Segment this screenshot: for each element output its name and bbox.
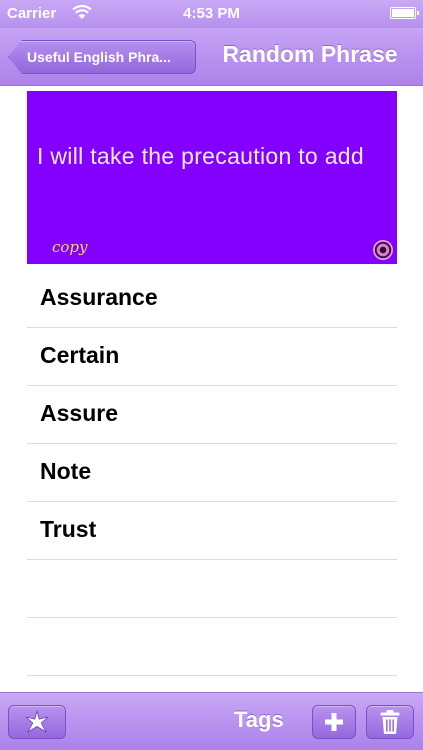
empty-row xyxy=(27,618,397,676)
tag-row[interactable]: Assure xyxy=(27,386,397,444)
tag-row[interactable]: Certain xyxy=(27,328,397,386)
delete-button[interactable] xyxy=(366,705,414,739)
tag-label: Note xyxy=(40,458,92,484)
tag-label: Certain xyxy=(40,342,120,368)
speaker-icon[interactable] xyxy=(373,240,393,260)
status-bar: Carrier 4:53 PM xyxy=(0,0,423,28)
plus-icon xyxy=(323,711,345,733)
back-button[interactable]: Useful English Phra... xyxy=(8,40,196,74)
copy-button[interactable]: copy xyxy=(52,238,88,256)
page-title: Random Phrase xyxy=(222,41,398,67)
add-tag-button[interactable] xyxy=(312,705,356,739)
tags-label: Tags xyxy=(234,707,284,732)
clock-time: 4:53 PM xyxy=(183,5,240,22)
star-icon xyxy=(24,709,50,735)
phrase-text: I will take the precaution to add xyxy=(37,143,364,169)
tag-row[interactable]: Note xyxy=(27,444,397,502)
bottom-toolbar: Tags xyxy=(0,692,423,750)
navigation-bar: Useful English Phra... Random Phrase xyxy=(0,28,423,86)
tag-list: Assurance Certain Assure Note Trust xyxy=(27,270,397,676)
empty-row xyxy=(27,560,397,618)
tag-label: Assure xyxy=(40,400,118,426)
favorite-button[interactable] xyxy=(8,705,66,739)
phrase-card: I will take the precaution to add copy xyxy=(27,91,397,264)
battery-icon xyxy=(390,7,419,19)
tag-label: Trust xyxy=(40,516,97,542)
trash-icon xyxy=(379,709,401,735)
tag-row[interactable]: Assurance xyxy=(27,270,397,328)
tag-label: Assurance xyxy=(40,284,158,310)
tag-row[interactable]: Trust xyxy=(27,502,397,560)
